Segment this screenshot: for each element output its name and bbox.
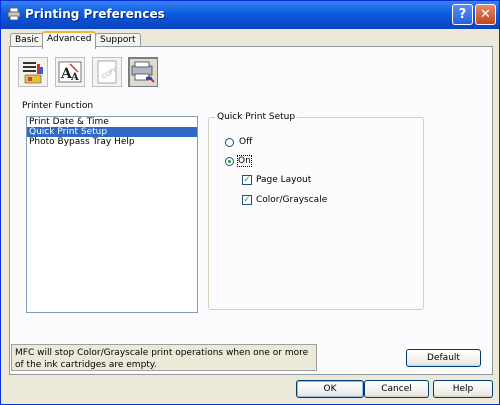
tab-advanced[interactable]: Advanced (42, 31, 97, 49)
copy-watermark-button[interactable]: COPY (92, 57, 122, 87)
list-item-photo-bypass-tray-help[interactable]: Photo Bypass Tray Help (27, 137, 197, 147)
question-icon: ? (458, 7, 467, 22)
svg-text:A: A (70, 72, 79, 83)
status-message: MFC will stop Color/Grayscale print oper… (11, 344, 317, 371)
copy-watermark-icon: COPY (97, 60, 118, 84)
default-button[interactable]: Default (406, 349, 481, 367)
text-scaling-button[interactable]: A A (55, 57, 85, 87)
text-scaling-icon: A A (58, 61, 82, 83)
window-title: Printing Preferences (25, 7, 165, 21)
color-quality-icon (23, 62, 43, 84)
off-radio[interactable] (225, 138, 234, 147)
printer-function-label: Printer Function (22, 101, 94, 111)
list-item-print-date-time[interactable]: Print Date & Time (27, 117, 197, 127)
help-title-button[interactable]: ? (452, 4, 473, 25)
printer-icon (7, 8, 21, 20)
color-grayscale-label[interactable]: Color/Grayscale (256, 195, 327, 205)
checkmark-icon: ✓ (243, 175, 251, 185)
on-label[interactable]: On (237, 155, 252, 167)
close-icon: ✕ (480, 7, 491, 22)
help-button[interactable]: Help (433, 380, 493, 398)
color-quality-button[interactable] (18, 57, 48, 87)
on-radio[interactable] (225, 157, 234, 166)
quick-print-setup-title: Quick Print Setup (215, 112, 298, 122)
page-layout-checkbox[interactable]: ✓ (242, 175, 252, 185)
ok-button[interactable]: OK (296, 380, 364, 398)
off-label[interactable]: Off (239, 137, 252, 147)
title-bar[interactable]: Printing Preferences ? ✕ (1, 1, 499, 29)
checkmark-icon: ✓ (243, 195, 251, 205)
device-options-icon (131, 61, 155, 83)
tab-basic[interactable]: Basic (10, 33, 44, 47)
tab-support[interactable]: Support (95, 33, 141, 47)
close-button[interactable]: ✕ (475, 4, 496, 25)
list-item-quick-print-setup[interactable]: Quick Print Setup (27, 127, 197, 137)
printing-preferences-window: Printing Preferences ? ✕ Basic Advanced … (0, 0, 500, 405)
device-options-button[interactable] (128, 57, 158, 87)
cancel-button[interactable]: Cancel (364, 380, 429, 398)
page-layout-label[interactable]: Page Layout (256, 175, 311, 185)
printer-function-list[interactable]: Print Date & Time Quick Print Setup Phot… (26, 116, 198, 313)
color-grayscale-checkbox[interactable]: ✓ (242, 195, 252, 205)
